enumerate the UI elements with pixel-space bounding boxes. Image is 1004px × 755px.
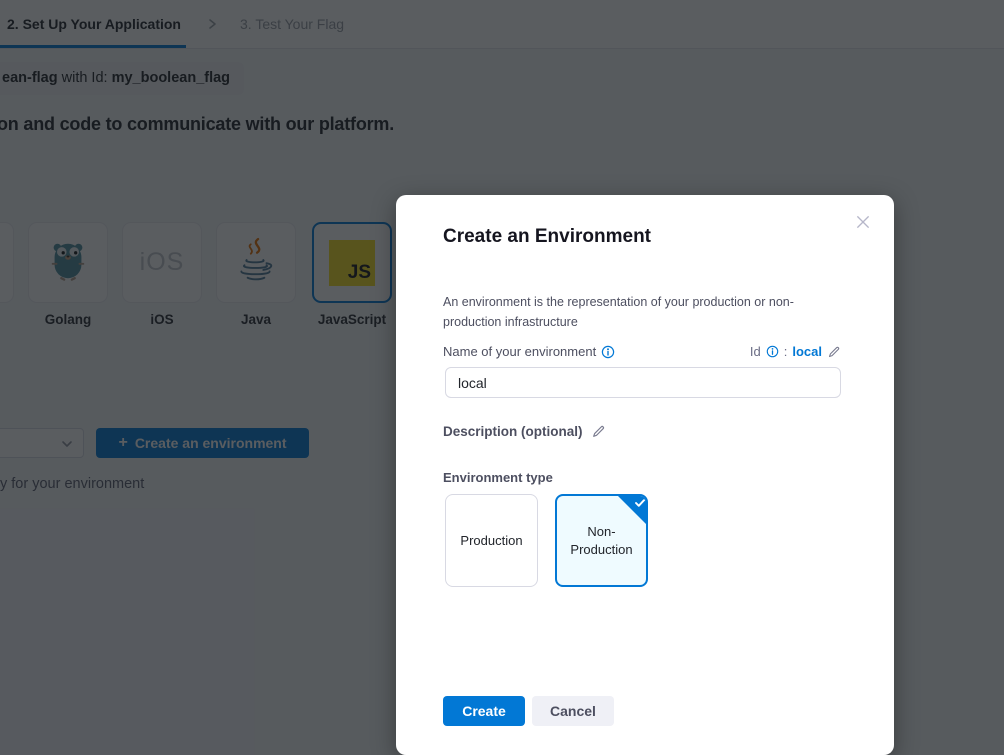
- id-separator: :: [784, 344, 788, 359]
- name-info-icon[interactable]: [601, 345, 615, 359]
- cancel-button[interactable]: Cancel: [532, 696, 614, 726]
- modal-close-icon[interactable]: [854, 213, 872, 231]
- description-optional-label-text: Description (optional): [443, 424, 583, 439]
- id-value-link[interactable]: local: [792, 344, 822, 359]
- create-button[interactable]: Create: [443, 696, 525, 726]
- id-info-icon[interactable]: [766, 345, 779, 358]
- env-type-production-label: Production: [460, 532, 522, 550]
- selected-corner-badge: [616, 494, 648, 526]
- check-icon: [634, 497, 646, 509]
- environment-name-label-text: Name of your environment: [443, 344, 596, 359]
- env-type-nonproduction-card[interactable]: Non-Production: [555, 494, 648, 587]
- create-environment-modal: Create an Environment An environment is …: [396, 195, 894, 755]
- modal-title: Create an Environment: [443, 226, 651, 248]
- description-optional-label: Description (optional): [443, 424, 606, 439]
- id-label: Id: [750, 344, 761, 359]
- environment-type-label: Environment type: [443, 470, 553, 485]
- env-type-nonproduction-label: Non-Production: [563, 523, 640, 559]
- name-and-id-row: Name of your environment Id : local: [443, 344, 841, 359]
- modal-description: An environment is the representation of …: [443, 292, 843, 332]
- env-type-production-card[interactable]: Production: [445, 494, 538, 587]
- id-edit-pencil-icon[interactable]: [827, 345, 841, 359]
- environment-name-label: Name of your environment: [443, 344, 615, 359]
- environment-name-input[interactable]: [445, 367, 841, 398]
- description-edit-pencil-icon[interactable]: [591, 424, 606, 439]
- environment-id-group: Id : local: [750, 344, 841, 359]
- screen: 2. Set Up Your Application 3. Test Your …: [0, 0, 1004, 755]
